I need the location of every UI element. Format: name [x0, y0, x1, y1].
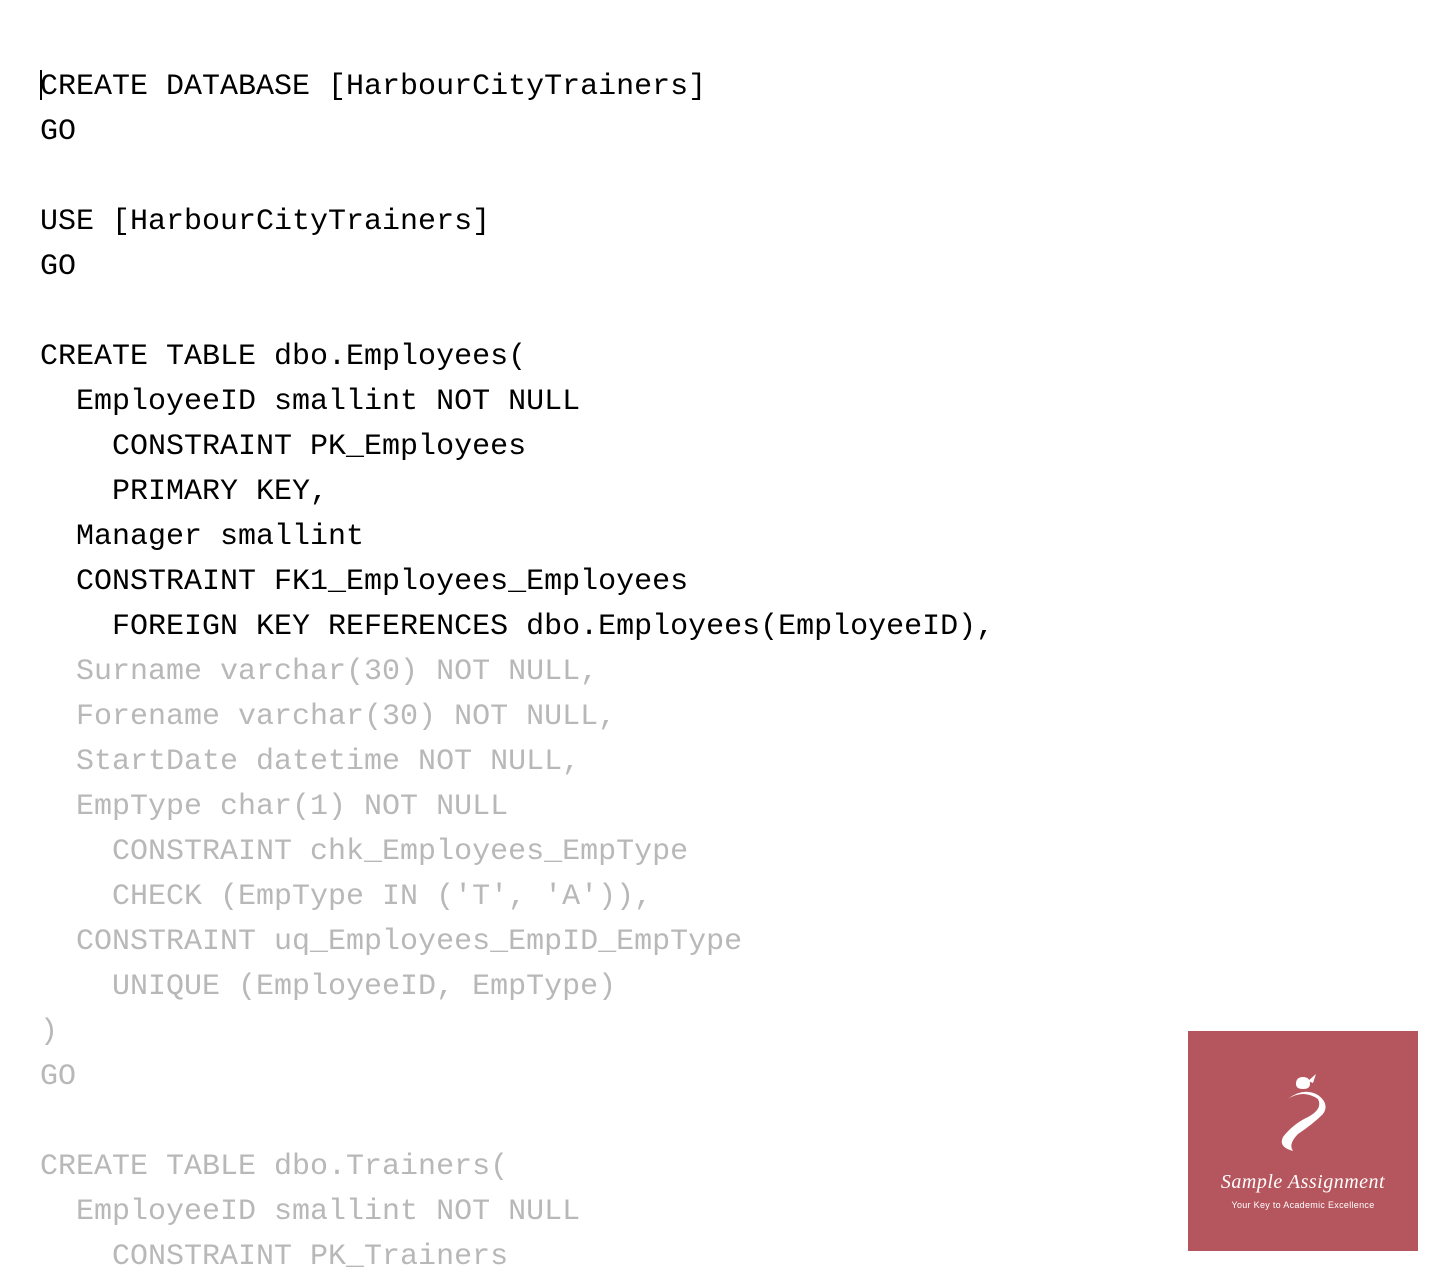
code-line-faded: EmpType char(1) NOT NULL	[40, 790, 508, 824]
watermark-badge: Sample Assignment Your Key to Academic E…	[1188, 1031, 1418, 1251]
code-line-faded: CREATE TABLE dbo.Trainers(	[40, 1150, 508, 1184]
code-line-faded: CHECK (EmpType IN ('T', 'A')),	[40, 880, 652, 914]
code-line: GO	[40, 250, 76, 284]
code-line-faded: StartDate datetime NOT NULL,	[40, 745, 580, 779]
code-line-faded: UNIQUE (EmployeeID, EmpType)	[40, 970, 616, 1004]
code-line: PRIMARY KEY,	[40, 475, 328, 509]
code-line-faded: GO	[40, 1060, 76, 1094]
code-line-faded: CONSTRAINT uq_Employees_EmpID_EmpType	[40, 925, 742, 959]
watermark-brand: Sample Assignment	[1221, 1167, 1385, 1197]
code-line-faded: Surname varchar(30) NOT NULL,	[40, 655, 598, 689]
code-line: FOREIGN KEY REFERENCES dbo.Employees(Emp…	[40, 610, 994, 644]
code-line: USE [HarbourCityTrainers]	[40, 205, 490, 239]
watermark-tagline: Your Key to Academic Excellence	[1231, 1199, 1374, 1213]
code-line: CREATE TABLE dbo.Employees(	[40, 340, 526, 374]
code-line-faded: Forename varchar(30) NOT NULL,	[40, 700, 616, 734]
code-line: CONSTRAINT PK_Employees	[40, 430, 526, 464]
code-line: CONSTRAINT FK1_Employees_Employees	[40, 565, 688, 599]
code-line-faded: CONSTRAINT chk_Employees_EmpType	[40, 835, 688, 869]
watermark-logo-icon	[1268, 1069, 1338, 1159]
code-line: EmployeeID smallint NOT NULL	[40, 385, 580, 419]
code-line: CREATE DATABASE [HarbourCityTrainers]	[40, 70, 706, 104]
code-line-faded: EmployeeID smallint NOT NULL	[40, 1195, 580, 1229]
code-line-faded: )	[40, 1015, 58, 1049]
code-line-faded: CONSTRAINT PK_Trainers	[40, 1240, 508, 1274]
code-line: GO	[40, 115, 76, 149]
code-line: Manager smallint	[40, 520, 364, 554]
